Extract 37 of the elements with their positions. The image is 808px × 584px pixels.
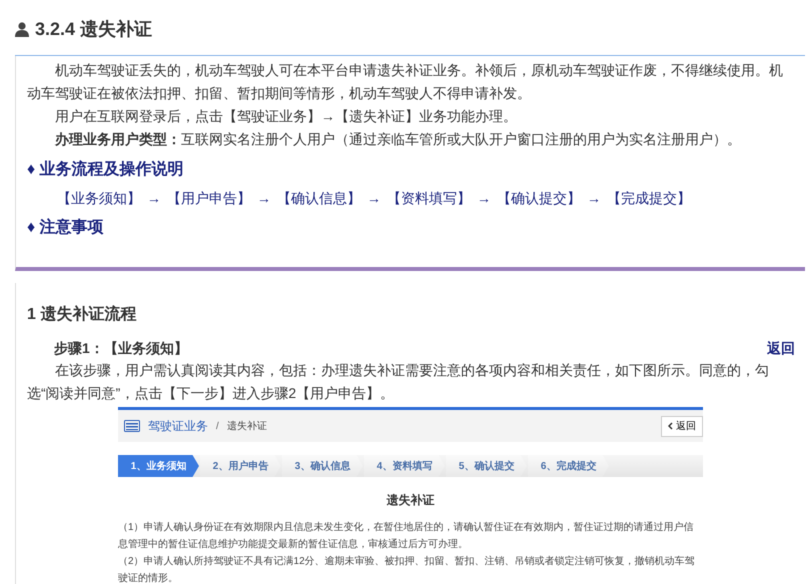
step-tab[interactable]: 4、资料填写 <box>364 455 445 477</box>
arrow: → <box>147 189 161 208</box>
list-icon <box>124 420 140 432</box>
paragraph: 用户在互联网登录后，点击【驾驶证业务】→【遗失补证】业务功能办理。 <box>54 107 518 126</box>
flow-step: 【完成提交】 <box>607 187 691 209</box>
breadcrumb-current: 遗失补证 <box>226 420 267 434</box>
step-tab[interactable]: 6、完成提交 <box>528 455 609 477</box>
flow-step: 【确认信息】 <box>277 187 361 209</box>
arrow: → <box>587 189 601 208</box>
arrow: → <box>367 189 381 208</box>
paragraph: 在该步骤，用户需认真阅读其内容，包括：办理遗失补证需要注意的各项内容和相关责任，如下图所示。同意的，勾选“阅读并同意”，点击【下一步】进入步骤2【用户申告】。 <box>27 361 770 403</box>
paragraph: 机动车驾驶证丢失的，机动车驾驶人可在本平台申请遗失补证业务。补领后，原机动车驾驶证作废，不得继续使用。机动车驾驶证在被依法扣押、扣留、暂扣期间等情形，机动车驾驶人不得申请补发。 <box>27 61 784 103</box>
breadcrumb-separator: / <box>216 420 219 434</box>
subsection-title: ♦ 业务流程及操作说明 <box>27 159 185 180</box>
notice-item: （2）申请人确认所持驾驶证不具有记满12分、逾期未审验、被扣押、扣留、暂扣、注销、吊销或者锁定注销可恢复，撤销机动车驾驶证的情形。 <box>118 554 696 584</box>
flow-step: 【确认提交】 <box>497 187 581 209</box>
subsection-title: ♦ 注意事项 <box>27 217 105 238</box>
flow-step: 【用户申告】 <box>167 187 251 209</box>
chevron-left-icon <box>668 422 673 430</box>
breadcrumb-link[interactable]: 驾驶证业务 <box>148 417 208 435</box>
user-icon <box>15 22 29 37</box>
back-link[interactable]: 返回 <box>767 337 795 359</box>
back-button[interactable]: 返回 <box>661 416 703 436</box>
step-tab[interactable]: 2、用户申告 <box>200 455 281 477</box>
notice-item: （1）申请人确认身份证在有效期限内且信息未发生变化，在暂住地居住的，请确认暂住证在有效期内，暂住证过期的请通过用户信息管理中的暂住证信息维护功能提交最新的暂住证信息，审核通过后方可办理。 <box>118 520 695 552</box>
arrow: → <box>257 189 271 208</box>
step-tab[interactable]: 1、业务须知 <box>118 455 199 477</box>
step-tab[interactable]: 3、确认信息 <box>282 455 363 477</box>
section-title: 1 遗失补证流程 <box>27 304 138 325</box>
step-title: 步骤1：【业务须知】 <box>54 339 188 358</box>
step-tab[interactable]: 5、确认提交 <box>446 455 527 477</box>
arrow: → <box>477 189 491 208</box>
paragraph: 办理业务用户类型：互联网实名注册个人用户（通过亲临车管所或大队开户窗口注册的用户为实名注册用户）。 <box>54 130 742 149</box>
flow-step: 【资料填写】 <box>387 187 471 209</box>
section-heading: 3.2.4 遗失补证 <box>35 18 152 40</box>
notice-title: 遗失补证 <box>386 492 436 509</box>
flow-step: 【业务须知】 <box>57 187 141 209</box>
